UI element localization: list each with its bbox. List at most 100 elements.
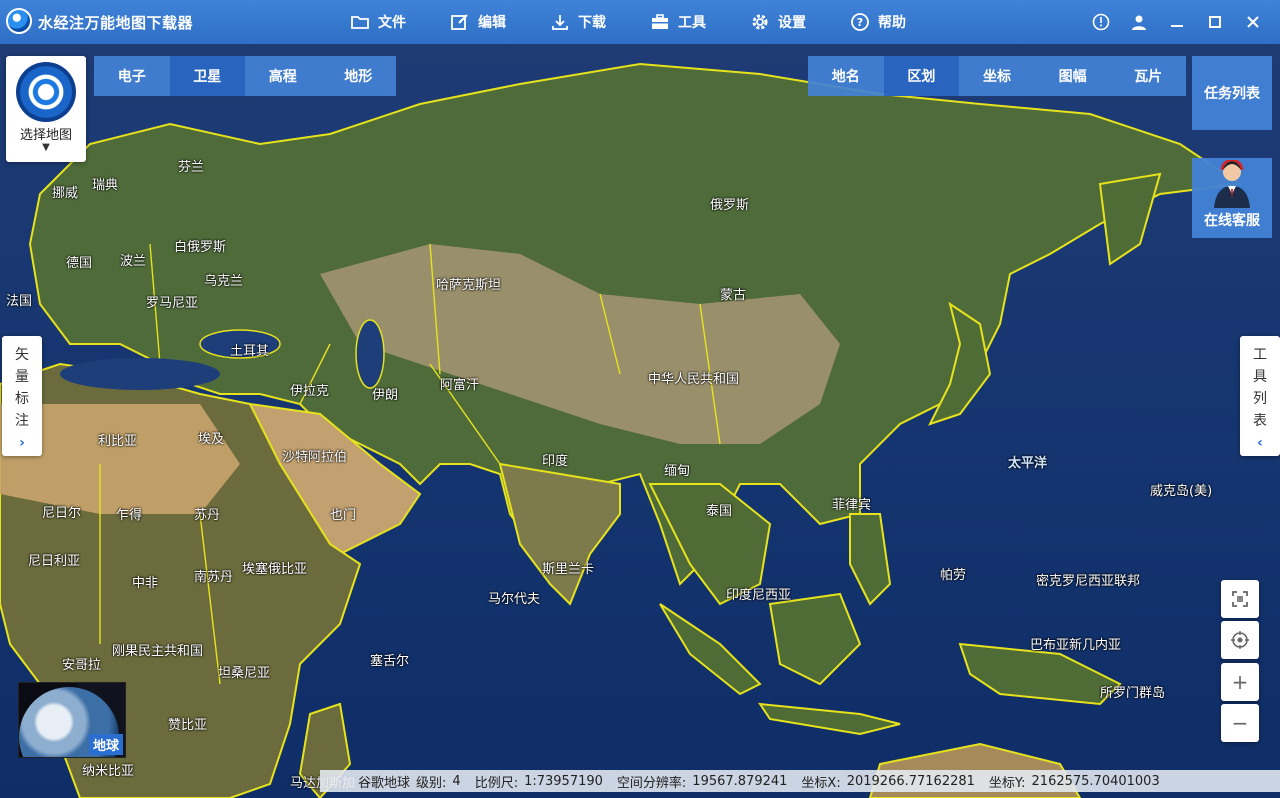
caspian-sea xyxy=(355,319,385,389)
menu-file-label: 文件 xyxy=(378,15,406,31)
label-turkey: 土耳其 xyxy=(230,344,270,359)
map-canvas[interactable]: 芬兰 瑞典 挪威 白俄罗斯 德国 波兰 法国 乌克兰 罗马尼亚 土耳其 俄罗斯 … xyxy=(0,44,1280,798)
locate-button[interactable] xyxy=(1221,621,1259,659)
status-level: 4 xyxy=(452,773,461,789)
menu-tools[interactable]: 工具 xyxy=(650,0,706,44)
zoom-out-button[interactable]: − xyxy=(1221,704,1259,742)
menu-download-label: 下载 xyxy=(578,15,606,31)
task-list-button[interactable]: 任务列表 xyxy=(1192,56,1272,130)
status-resolution-label: 空间分辨率: xyxy=(616,775,687,791)
label-india: 印度 xyxy=(542,454,569,469)
label-sweden: 瑞典 xyxy=(92,178,119,193)
user-button[interactable] xyxy=(1120,0,1158,44)
status-level-label: 级别: xyxy=(416,775,447,791)
status-bar: 谷歌地球 级别: 4 比例尺: 1:73957190 空间分辨率: 19567.… xyxy=(320,770,1280,792)
label-south-sudan: 南苏丹 xyxy=(194,570,234,585)
label-zambia: 赞比亚 xyxy=(168,718,208,733)
side-right-char: 表 xyxy=(1253,413,1267,429)
label-indonesia: 印度尼西亚 xyxy=(726,588,792,603)
label-poland: 波兰 xyxy=(120,254,147,269)
new-guinea-island xyxy=(958,642,1122,706)
label-iran: 伊朗 xyxy=(372,388,399,403)
label-chad: 乍得 xyxy=(116,508,143,523)
label-ukraine: 乌克兰 xyxy=(204,274,244,289)
minimize-button[interactable] xyxy=(1158,0,1196,44)
fullscreen-button[interactable] xyxy=(1221,580,1259,618)
label-mongolia: 蒙古 xyxy=(720,288,747,303)
locate-icon xyxy=(1231,631,1249,649)
label-micronesia: 密克罗尼西亚联邦 xyxy=(1036,574,1141,589)
title-bar: 水经注万能地图下载器 文件 编辑 下载 工具 设置 ? 帮助 xyxy=(0,0,1280,44)
globe-view-label: 地球 xyxy=(88,734,123,755)
fullscreen-icon xyxy=(1232,591,1248,607)
download-icon xyxy=(552,15,568,30)
vector-annotation-toggle[interactable]: 矢 量 标 注 › xyxy=(2,336,42,456)
label-car: 中非 xyxy=(132,576,159,591)
tab-elevation[interactable]: 高程 xyxy=(245,56,321,96)
globe-view-toggle[interactable]: 地球 xyxy=(18,682,126,758)
online-service-label: 在线客服 xyxy=(1204,213,1260,229)
menu-edit[interactable]: 编辑 xyxy=(450,0,506,44)
side-left-char: 量 xyxy=(15,369,29,385)
sumatra-island xyxy=(659,603,762,696)
tab-placenames[interactable]: 地名 xyxy=(808,56,884,96)
maximize-button[interactable] xyxy=(1196,0,1234,44)
status-y-label: 坐标Y: xyxy=(988,775,1026,791)
label-finland: 芬兰 xyxy=(178,160,205,175)
menu-help[interactable]: ? 帮助 xyxy=(850,0,906,44)
tab-divisions[interactable]: 区划 xyxy=(883,56,960,96)
globe-logo-icon xyxy=(6,8,32,34)
status-resolution: 19567.879241 xyxy=(692,773,788,789)
online-service-button[interactable]: 在线客服 xyxy=(1192,158,1272,238)
gear-icon xyxy=(752,14,768,30)
tab-tiles[interactable]: 瓦片 xyxy=(1110,56,1186,96)
status-source: 谷歌地球 xyxy=(358,775,411,791)
map-selector-label: 选择地图 xyxy=(19,128,72,143)
chevron-left-icon: ‹ xyxy=(1257,435,1263,451)
label-thailand: 泰国 xyxy=(706,504,733,519)
tab-satellite[interactable]: 卫星 xyxy=(169,56,245,96)
label-libya: 利比亚 xyxy=(98,434,138,449)
menu-settings[interactable]: 设置 xyxy=(750,0,806,44)
label-maldives: 马尔代夫 xyxy=(488,592,541,607)
customer-service-avatar-icon xyxy=(1214,158,1250,208)
menu-download[interactable]: 下载 xyxy=(550,0,606,44)
zoom-in-button[interactable]: + xyxy=(1221,663,1259,701)
label-iraq: 伊拉克 xyxy=(290,384,330,399)
side-right-char: 列 xyxy=(1253,391,1267,407)
folder-icon xyxy=(351,16,369,29)
label-sudan: 苏丹 xyxy=(194,508,221,523)
info-icon xyxy=(1092,13,1110,31)
status-scale-label: 比例尺: xyxy=(474,775,519,791)
mediterranean-sea xyxy=(60,358,220,390)
india-landmass xyxy=(498,462,621,606)
label-tanzania: 坦桑尼亚 xyxy=(218,666,271,681)
tab-map-sheets[interactable]: 图幅 xyxy=(1035,56,1111,96)
label-kazakhstan: 哈萨克斯坦 xyxy=(436,278,502,293)
maximize-icon xyxy=(1209,16,1221,28)
label-china: 中华人民共和国 xyxy=(648,372,740,387)
overlay-tabs: 地名 区划 坐标 图幅 瓦片 xyxy=(808,56,1186,96)
tab-electronic[interactable]: 电子 xyxy=(94,56,170,96)
close-icon xyxy=(1247,16,1259,28)
svg-text:?: ? xyxy=(857,16,863,29)
close-button[interactable] xyxy=(1234,0,1272,44)
toolbox-icon xyxy=(652,14,668,29)
side-left-char: 标 xyxy=(15,391,29,407)
label-niger: 尼日尔 xyxy=(42,506,82,521)
tab-terrain[interactable]: 地形 xyxy=(321,56,397,96)
side-right-char: 具 xyxy=(1253,369,1267,385)
main-menu: 文件 编辑 下载 工具 设置 ? 帮助 xyxy=(350,0,950,44)
label-angola: 安哥拉 xyxy=(62,658,102,673)
tab-coordinates[interactable]: 坐标 xyxy=(959,56,1035,96)
side-left-char: 矢 xyxy=(15,347,29,363)
status-x: 2019266.77162281 xyxy=(846,773,975,789)
side-right-char: 工 xyxy=(1253,347,1267,363)
map-selector[interactable]: 选择地图 ▼ xyxy=(6,56,86,162)
tool-list-toggle[interactable]: 工 具 列 表 ‹ xyxy=(1240,336,1280,456)
label-namibia: 纳米比亚 xyxy=(82,764,135,779)
label-belarus: 白俄罗斯 xyxy=(174,240,227,255)
menu-file[interactable]: 文件 xyxy=(350,0,406,44)
info-button[interactable] xyxy=(1082,0,1120,44)
java-island xyxy=(757,702,901,736)
